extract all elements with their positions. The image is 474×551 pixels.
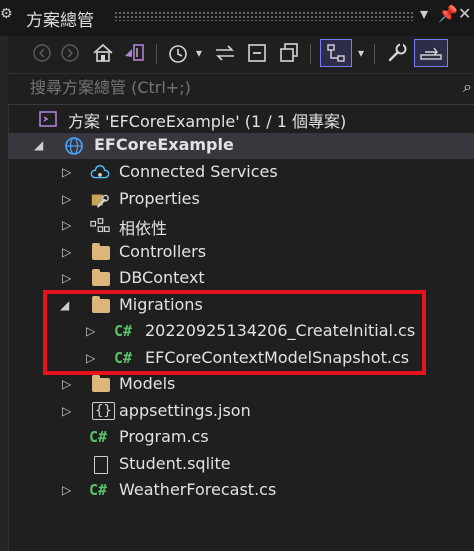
tree-item-student-sqlite[interactable]: Student.sqlite (8, 452, 474, 478)
chevron-down-icon[interactable]: ◢ (34, 138, 43, 152)
gear-icon[interactable]: ⚙ (0, 6, 13, 22)
solution-icon (39, 111, 57, 127)
json-icon: {} (92, 402, 115, 420)
forward-icon[interactable] (58, 39, 82, 67)
home-icon[interactable] (90, 39, 116, 67)
chevron-right-icon[interactable]: ▷ (62, 165, 71, 179)
tree-item-dependencies[interactable]: ▷ 相依性 (8, 213, 474, 239)
tree-item-label: Student.sqlite (119, 454, 231, 473)
pin-icon[interactable]: 📌 (438, 4, 458, 23)
tree-item-properties[interactable]: ▷ Properties (8, 187, 474, 213)
vs-solution-icon[interactable] (120, 39, 148, 67)
collapse-all-icon[interactable] (244, 39, 270, 67)
wrench-icon (91, 194, 109, 208)
back-icon[interactable] (30, 39, 54, 67)
title-bar: ⚙ 方案總管 ▾ 📌 ✕ (0, 0, 474, 36)
tree-item-label: Models (119, 374, 176, 393)
properties-wrench-icon[interactable] (384, 39, 410, 67)
copy-icon[interactable] (276, 39, 302, 67)
show-all-files-icon[interactable] (320, 39, 352, 67)
search-options-icon[interactable]: ⌕ (463, 77, 472, 97)
tree-item-label: appsettings.json (119, 401, 251, 420)
project-row[interactable]: ◢ EFCoreExample (8, 133, 474, 159)
search-bar: ⌕ (8, 73, 474, 105)
preview-icon[interactable] (414, 39, 448, 67)
project-label: EFCoreExample (94, 135, 234, 154)
connected-services-icon (90, 165, 110, 179)
dropdown-icon[interactable]: ▾ (192, 39, 206, 67)
chevron-right-icon[interactable]: ▷ (62, 377, 71, 391)
chevron-right-icon[interactable]: ▷ (62, 218, 71, 232)
highlight-annotation (43, 290, 426, 375)
chevron-right-icon[interactable]: ▷ (62, 245, 71, 259)
dependencies-icon (90, 218, 110, 233)
chevron-right-icon[interactable]: ▷ (62, 192, 71, 206)
sync-icon[interactable] (212, 39, 238, 67)
title-bar-grip[interactable] (114, 11, 414, 21)
tree-item-controllers[interactable]: ▷ Controllers (8, 240, 474, 266)
folder-icon (92, 269, 110, 286)
tree-item-dbcontext[interactable]: ▷ DBContext (8, 266, 474, 292)
window-title: 方案總管 (26, 11, 94, 31)
tree-item-label: Controllers (119, 242, 207, 261)
chevron-right-icon[interactable]: ▷ (62, 404, 71, 418)
folder-icon (92, 243, 110, 260)
toolbar: ▾ ▾ (8, 36, 474, 72)
tree-item-label: 相依性 (119, 219, 168, 238)
tree-item-models[interactable]: ▷ Models (8, 372, 474, 398)
close-icon[interactable]: ✕ (458, 4, 471, 23)
csharp-icon: C# (89, 481, 108, 499)
tree-item-weatherforecast[interactable]: ▷ C# WeatherForecast.cs (8, 478, 474, 504)
tree-item-appsettings[interactable]: ▷ {} appsettings.json (8, 399, 474, 425)
search-input[interactable] (28, 77, 432, 98)
tree-item-program[interactable]: C# Program.cs (8, 425, 474, 451)
tree-item-label: Program.cs (119, 427, 209, 446)
csharp-icon: C# (89, 428, 108, 446)
tree-item-connected-services[interactable]: ▷ Connected Services (8, 160, 474, 186)
solution-label: 方案 'EFCoreExample' (1 / 1 個專案) (68, 112, 347, 131)
chevron-right-icon[interactable]: ▷ (62, 271, 71, 285)
tree-item-label: WeatherForecast.cs (119, 480, 277, 499)
solution-row[interactable]: 方案 'EFCoreExample' (1 / 1 個專案) (8, 106, 474, 132)
dropdown-icon[interactable]: ▾ (354, 39, 368, 67)
file-icon (94, 456, 108, 474)
web-project-icon (65, 137, 83, 155)
tree-item-label: DBContext (119, 268, 205, 287)
history-icon[interactable] (166, 39, 190, 67)
tree-item-label: Connected Services (119, 162, 278, 181)
tree-item-label: Properties (119, 189, 200, 208)
dropdown-icon[interactable]: ▾ (420, 4, 428, 23)
folder-icon (92, 375, 110, 392)
chevron-right-icon[interactable]: ▷ (62, 483, 71, 497)
